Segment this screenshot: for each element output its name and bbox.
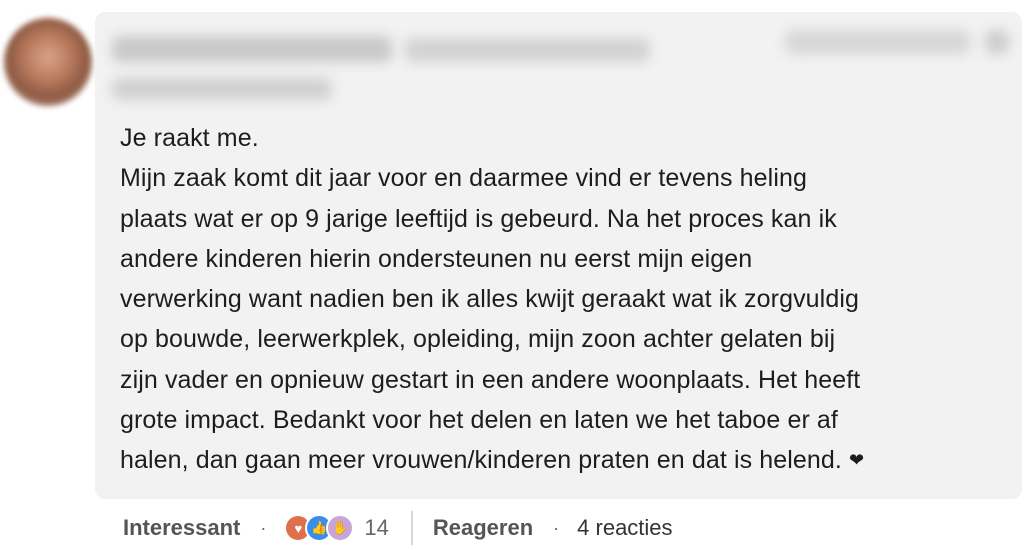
comment-text: Je raakt me. Mijn zaak komt dit jaar voo… bbox=[120, 118, 1010, 481]
comment-line: Mijn zaak komt dit jaar voor en daarmee … bbox=[120, 164, 807, 193]
reactions-summary[interactable]: ♥ 👍 ✋ 14 bbox=[284, 514, 389, 542]
more-options-icon[interactable] bbox=[985, 30, 1009, 54]
comment-line: Je raakt me. bbox=[120, 124, 259, 152]
comment-line: zijn vader en opnieuw gestart in een and… bbox=[120, 365, 861, 394]
action-divider bbox=[410, 511, 413, 545]
replies-count-link[interactable]: 4 reacties bbox=[577, 515, 672, 541]
comment-line: grote impact. Bedankt voor het delen en … bbox=[120, 406, 838, 435]
comment-line: andere kinderen hierin ondersteunen nu e… bbox=[120, 244, 753, 273]
blurred-author-headline bbox=[405, 38, 650, 62]
insightful-reaction-icon: ✋ bbox=[326, 514, 355, 542]
blurred-author-name[interactable] bbox=[112, 36, 392, 62]
comment-line: plaats wat er op 9 jarige leeftijd is ge… bbox=[120, 204, 837, 233]
avatar[interactable] bbox=[4, 18, 92, 106]
like-button[interactable]: Interessant bbox=[123, 515, 240, 541]
comment-actions: Interessant · ♥ 👍 ✋ 14 Reageren · 4 reac… bbox=[123, 507, 673, 549]
blurred-author-subline bbox=[112, 78, 332, 100]
separator-dot: · bbox=[553, 517, 560, 538]
reply-button[interactable]: Reageren bbox=[433, 515, 533, 541]
comment-line: verwerking want nadien ben ik alles kwij… bbox=[120, 285, 859, 314]
blurred-timestamp bbox=[785, 30, 970, 54]
heart-emoji-icon: ❤ bbox=[849, 450, 865, 471]
comment-line: halen, dan gaan meer vrouwen/kinderen pr… bbox=[120, 446, 842, 475]
comment-line: op bouwde, leerwerkplek, opleiding, mijn… bbox=[120, 325, 836, 354]
reaction-count: 14 bbox=[364, 515, 389, 540]
separator-dot: · bbox=[260, 517, 267, 538]
